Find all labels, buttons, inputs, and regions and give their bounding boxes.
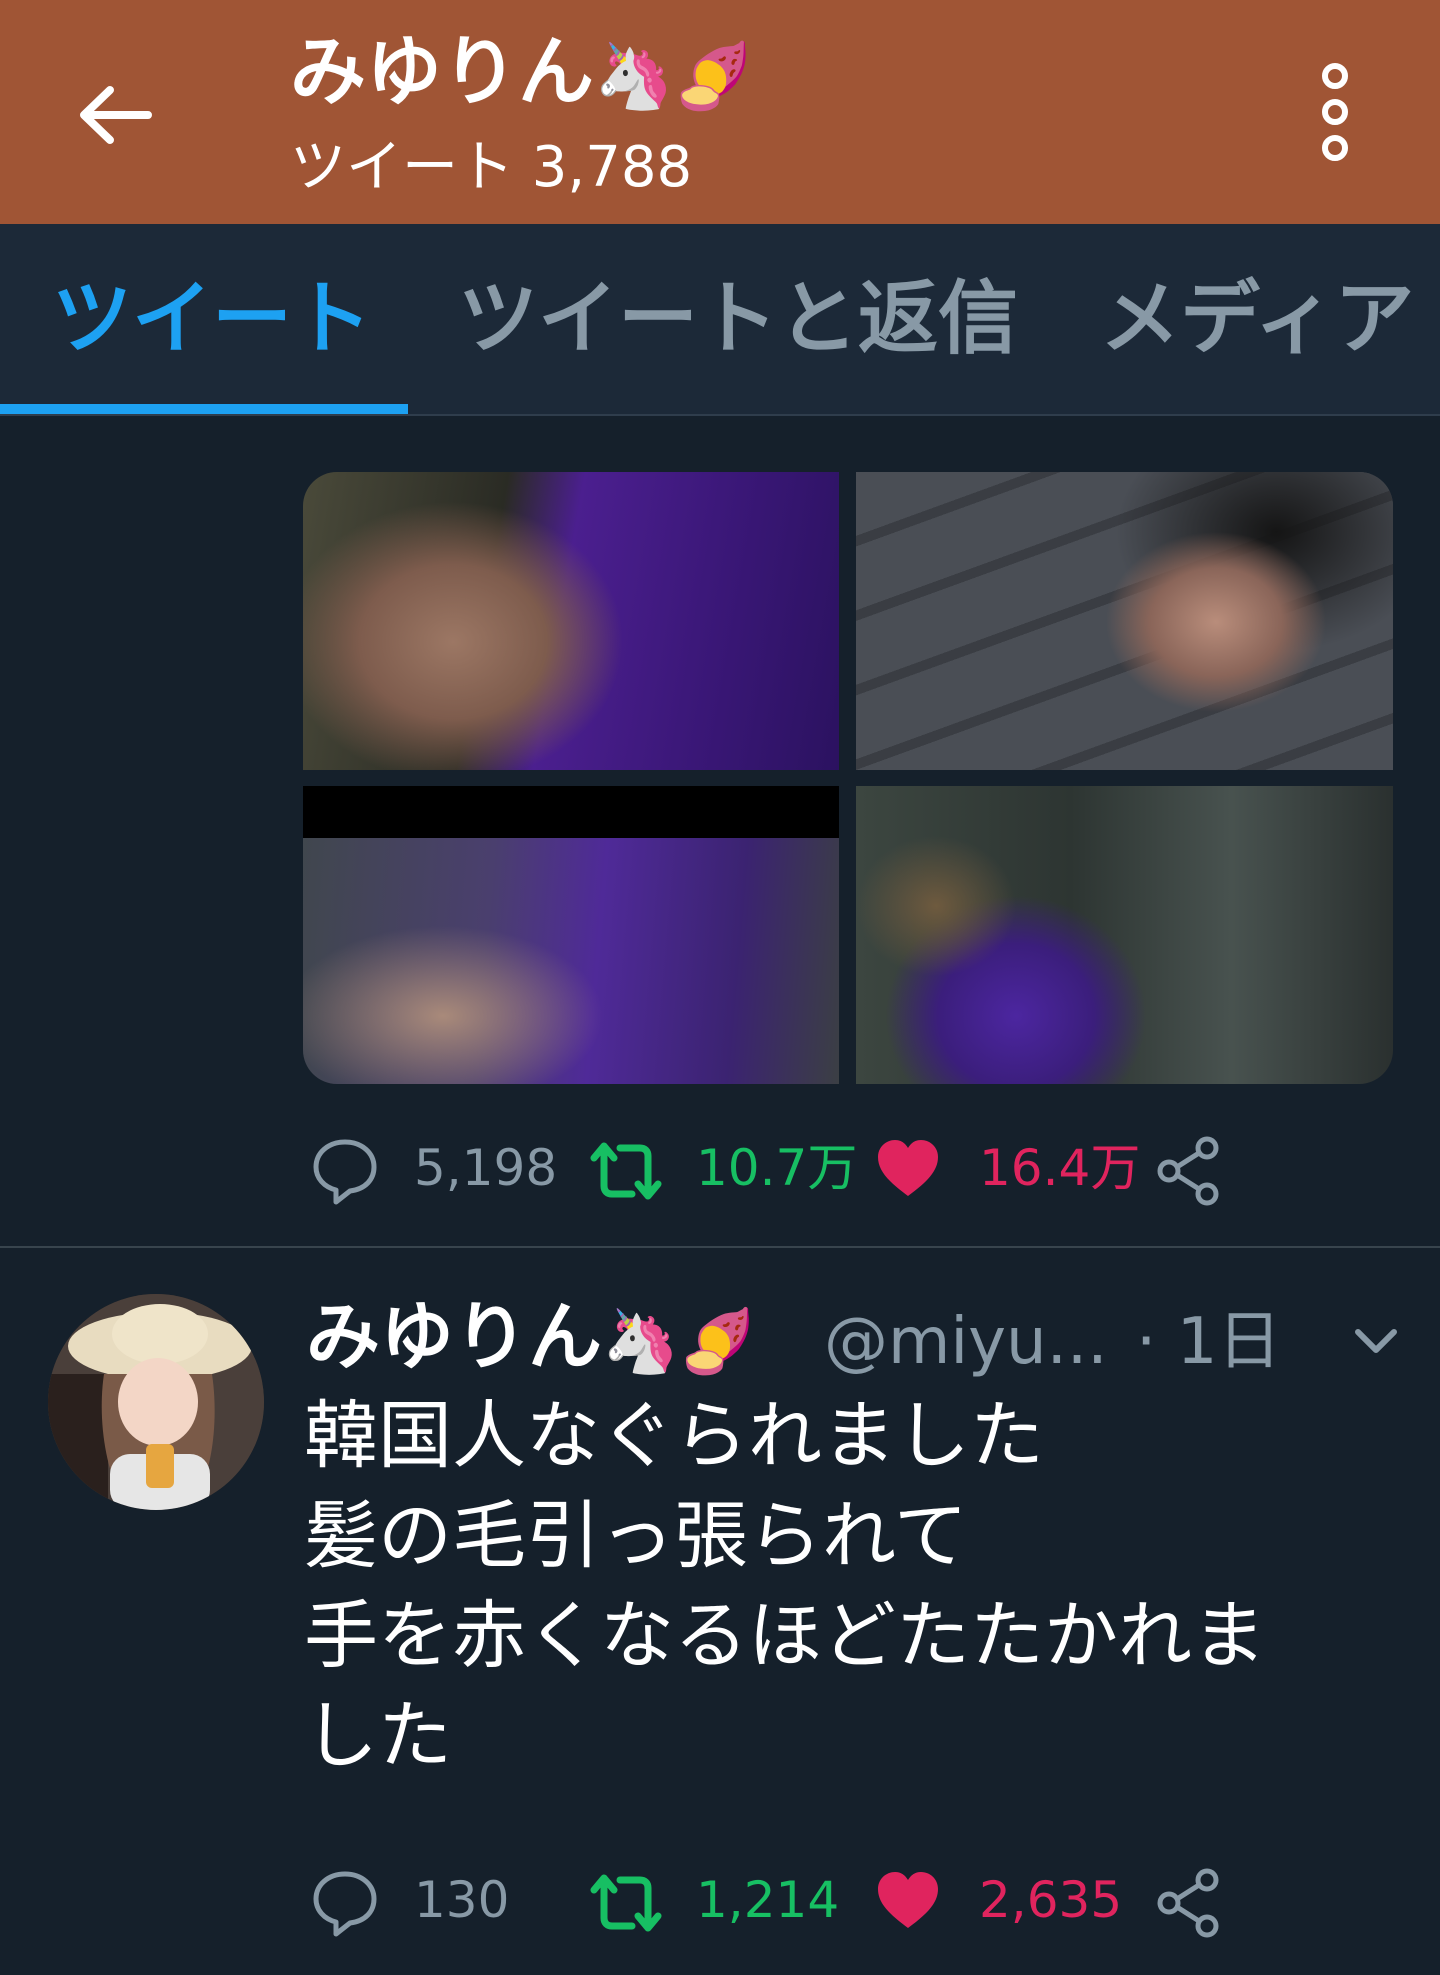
- media-photo-1[interactable]: [303, 472, 839, 770]
- retweet-count: 10.7万: [696, 1139, 858, 1197]
- back-button[interactable]: [70, 70, 160, 160]
- tweet-actions: 5,198 10.7万 16.4万: [300, 1118, 1260, 1218]
- reply-count: 130: [414, 1871, 510, 1929]
- tweet-timestamp[interactable]: · 1日: [1136, 1302, 1281, 1382]
- like-count: 16.4万: [979, 1139, 1141, 1197]
- avatar[interactable]: [48, 1294, 264, 1510]
- share-button[interactable]: [1155, 1118, 1245, 1218]
- tweet-media-grid: [303, 472, 1393, 1084]
- back-arrow-icon: [80, 86, 152, 144]
- retweet-icon: [590, 1874, 662, 1932]
- header-title: みゆりん🦄🍠: [290, 22, 753, 127]
- chevron-down-icon: [1355, 1329, 1397, 1353]
- more-vertical-icon: [1322, 63, 1348, 161]
- tab-media[interactable]: メディア: [1100, 274, 1414, 364]
- share-button[interactable]: [1155, 1850, 1245, 1950]
- tab-tweets-and-replies[interactable]: ツイートと返信: [458, 274, 1018, 364]
- header-name-text: みゆりん: [290, 27, 594, 116]
- tweet-text: 韓国人なぐられました 髪の毛引っ張られて 手を赤くなるほどたたかれま した: [304, 1393, 1266, 1779]
- share-icon: [1157, 1868, 1219, 1938]
- reply-button[interactable]: 5,198: [300, 1118, 557, 1218]
- more-options-button[interactable]: [1300, 62, 1370, 162]
- tweet-header: みゆりん🦄🍠 @miyu... · 1日: [306, 1282, 1416, 1392]
- reply-count: 5,198: [414, 1139, 558, 1197]
- tweet-author-handle[interactable]: @miyu...: [824, 1302, 1108, 1382]
- retweet-button[interactable]: 1,214: [588, 1850, 840, 1950]
- like-button[interactable]: 16.4万: [875, 1118, 1140, 1218]
- tab-tweets[interactable]: ツイート: [52, 274, 372, 364]
- tweet-author-emoji: 🦄🍠: [602, 1304, 757, 1378]
- header-tweet-count: ツイート 3,788: [290, 135, 693, 200]
- share-icon: [1157, 1136, 1219, 1206]
- retweet-icon: [590, 1142, 662, 1200]
- tweet-menu-button[interactable]: [1346, 1322, 1406, 1362]
- profile-tabs: ツイート ツイートと返信 メディア: [0, 224, 1440, 416]
- reply-button[interactable]: 130: [300, 1850, 540, 1950]
- heart-icon: [878, 1872, 938, 1928]
- profile-header: みゆりん🦄🍠 ツイート 3,788: [0, 0, 1440, 224]
- header-name-emoji: 🦄🍠: [594, 40, 754, 114]
- media-photo-4[interactable]: [856, 786, 1393, 1084]
- profile-screen: みゆりん🦄🍠 ツイート 3,788 ツイート ツイートと返信 メディア 5,19…: [0, 0, 1440, 1975]
- reply-icon: [313, 1139, 377, 1205]
- like-count: 2,635: [979, 1871, 1123, 1929]
- like-button[interactable]: 2,635: [875, 1850, 1125, 1950]
- heart-icon: [878, 1140, 938, 1196]
- tweet-divider: [0, 1246, 1440, 1248]
- retweet-count: 1,214: [696, 1871, 840, 1929]
- avatar-image: [48, 1294, 264, 1510]
- retweet-button[interactable]: 10.7万: [588, 1118, 857, 1218]
- active-tab-indicator: [0, 404, 408, 414]
- tweet-author-name[interactable]: みゆりん🦄🍠: [306, 1292, 756, 1386]
- media-photo-2[interactable]: [856, 472, 1393, 770]
- tweet-actions: 130 1,214 2,635: [300, 1850, 1260, 1950]
- media-photo-3[interactable]: [303, 786, 839, 1084]
- reply-icon: [313, 1871, 377, 1937]
- tweet-author-name-text: みゆりん: [306, 1294, 602, 1380]
